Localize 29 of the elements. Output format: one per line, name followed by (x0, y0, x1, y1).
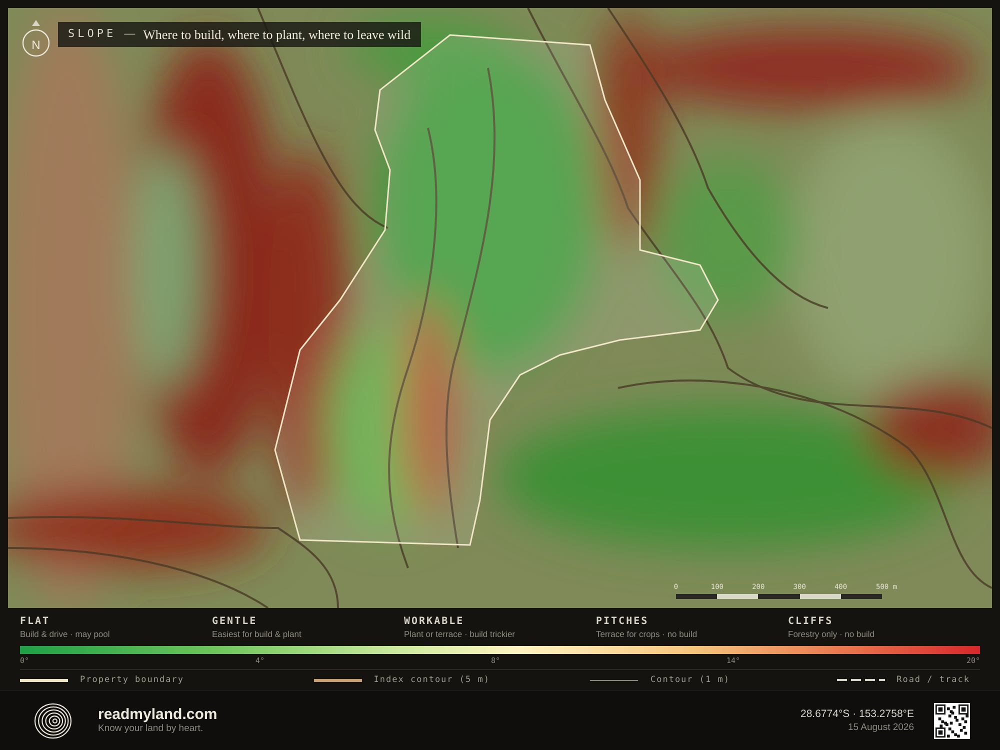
class-description: Plant or terrace · build trickier (404, 628, 516, 640)
class-name: CLIFFS (788, 616, 834, 628)
line-sample (314, 679, 362, 682)
contour-logo-icon (34, 702, 72, 740)
map-subtitle: Where to build, where to plant, where to leave wild (143, 26, 411, 44)
line-legend-label: Contour (1 m) (650, 674, 730, 687)
class-name: FLAT (20, 616, 52, 628)
line-legend-label: Index contour (5 m) (374, 674, 490, 687)
map-title: SLOPE (68, 26, 116, 42)
north-arrow-icon (21, 20, 51, 58)
map-date: 15 August 2026 (846, 721, 914, 734)
class-description: Terrace for crops · no build (596, 628, 698, 640)
line-sample (590, 680, 638, 681)
class-name: WORKABLE (404, 616, 466, 628)
line-legend-label: Property boundary (80, 674, 184, 687)
dashed-line-sample (836, 679, 885, 682)
class-description: Easiest for build & plant (212, 628, 302, 640)
line-sample (20, 679, 68, 682)
tagline: Know your land by heart. (98, 723, 204, 735)
line-legend-label: Road / track (896, 674, 970, 687)
north-label: N (32, 39, 40, 51)
qr-code-icon (934, 702, 970, 738)
class-name: PITCHES (596, 616, 650, 628)
brand-name: readmyland.com (98, 706, 218, 723)
title-separator: — (124, 27, 136, 42)
coordinates: 28.6774°S · 153.2758°E (800, 707, 914, 721)
class-description: Build & drive · may pool (20, 628, 111, 640)
class-description: Forestry only · no build (788, 628, 876, 640)
class-name: GENTLE (212, 616, 258, 628)
